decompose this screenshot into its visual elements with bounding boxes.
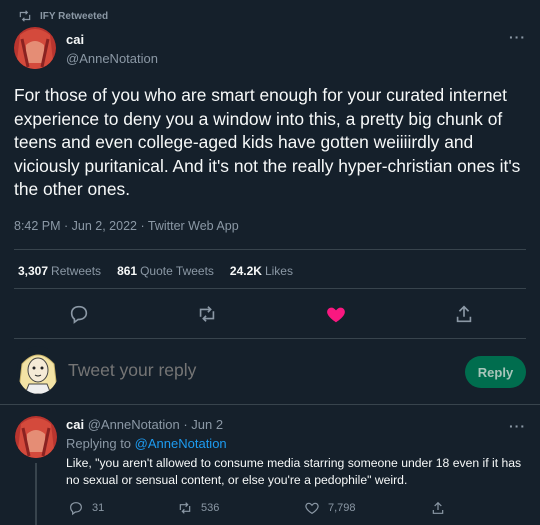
retweeted-by-label: IFY Retweeted bbox=[40, 10, 109, 22]
reply-text: Like, "you aren't allowed to consume med… bbox=[66, 456, 522, 487]
author-avatar[interactable] bbox=[14, 27, 56, 69]
tweet-text: For those of you who are smart enough fo… bbox=[14, 85, 521, 199]
divider bbox=[14, 288, 526, 289]
divider bbox=[14, 249, 526, 250]
divider bbox=[14, 338, 526, 339]
replying-to-link[interactable]: @AnneNotation bbox=[135, 436, 227, 451]
reply-header: cai @AnneNotation · Jun 2 bbox=[66, 417, 223, 432]
quotes-stat[interactable]: 861 Quote Tweets bbox=[117, 264, 214, 278]
retweet-icon[interactable] bbox=[196, 303, 218, 325]
retweets-stat[interactable]: 3,307 Retweets bbox=[18, 264, 101, 278]
my-avatar[interactable] bbox=[17, 346, 59, 394]
tweet-timestamp[interactable]: 8:42 PM · Jun 2, 2022 · Twitter Web App bbox=[14, 219, 239, 233]
more-icon[interactable]: ··· bbox=[509, 29, 526, 45]
heart-icon[interactable] bbox=[325, 303, 347, 325]
share-icon[interactable] bbox=[453, 303, 475, 325]
author-name[interactable]: cai bbox=[66, 32, 158, 47]
reply-composer: Reply bbox=[0, 340, 540, 404]
replying-to: Replying to @AnneNotation bbox=[66, 436, 227, 451]
retweet-icon bbox=[19, 10, 31, 22]
reply-author-avatar[interactable] bbox=[15, 416, 57, 458]
reply-tweet[interactable]: cai @AnneNotation · Jun 2 ··· Replying t… bbox=[0, 405, 540, 525]
thread-line bbox=[35, 463, 37, 525]
reply-icon[interactable] bbox=[68, 303, 90, 325]
tweet-stats: 3,307 Retweets 861 Quote Tweets 24.2K Likes bbox=[18, 264, 293, 278]
reply-share-button[interactable] bbox=[430, 500, 446, 516]
heart-icon bbox=[305, 502, 319, 515]
reply-like-button[interactable]: 7,798 bbox=[304, 500, 356, 516]
likes-stat[interactable]: 24.2K Likes bbox=[230, 264, 293, 278]
reply-actions: 31 536 7,798 bbox=[66, 500, 526, 518]
retweeted-by[interactable]: IFY Retweeted bbox=[18, 9, 108, 23]
author-handle[interactable]: @AnneNotation bbox=[66, 51, 158, 66]
more-icon[interactable]: ··· bbox=[509, 418, 526, 434]
reply-input[interactable] bbox=[68, 360, 293, 381]
share-icon bbox=[432, 501, 444, 514]
reply-icon bbox=[70, 502, 82, 516]
author-info[interactable]: cai @AnneNotation bbox=[66, 32, 158, 66]
reply-date[interactable]: · Jun 2 bbox=[183, 417, 223, 432]
reply-retweet-button[interactable]: 536 bbox=[177, 500, 219, 516]
retweet-icon bbox=[179, 502, 191, 514]
tweet-actions bbox=[0, 303, 540, 327]
reply-author-handle[interactable]: @AnneNotation bbox=[88, 417, 180, 432]
reply-reply-button[interactable]: 31 bbox=[68, 500, 104, 516]
reply-author-name[interactable]: cai bbox=[66, 417, 84, 432]
reply-button[interactable]: Reply bbox=[465, 356, 526, 388]
